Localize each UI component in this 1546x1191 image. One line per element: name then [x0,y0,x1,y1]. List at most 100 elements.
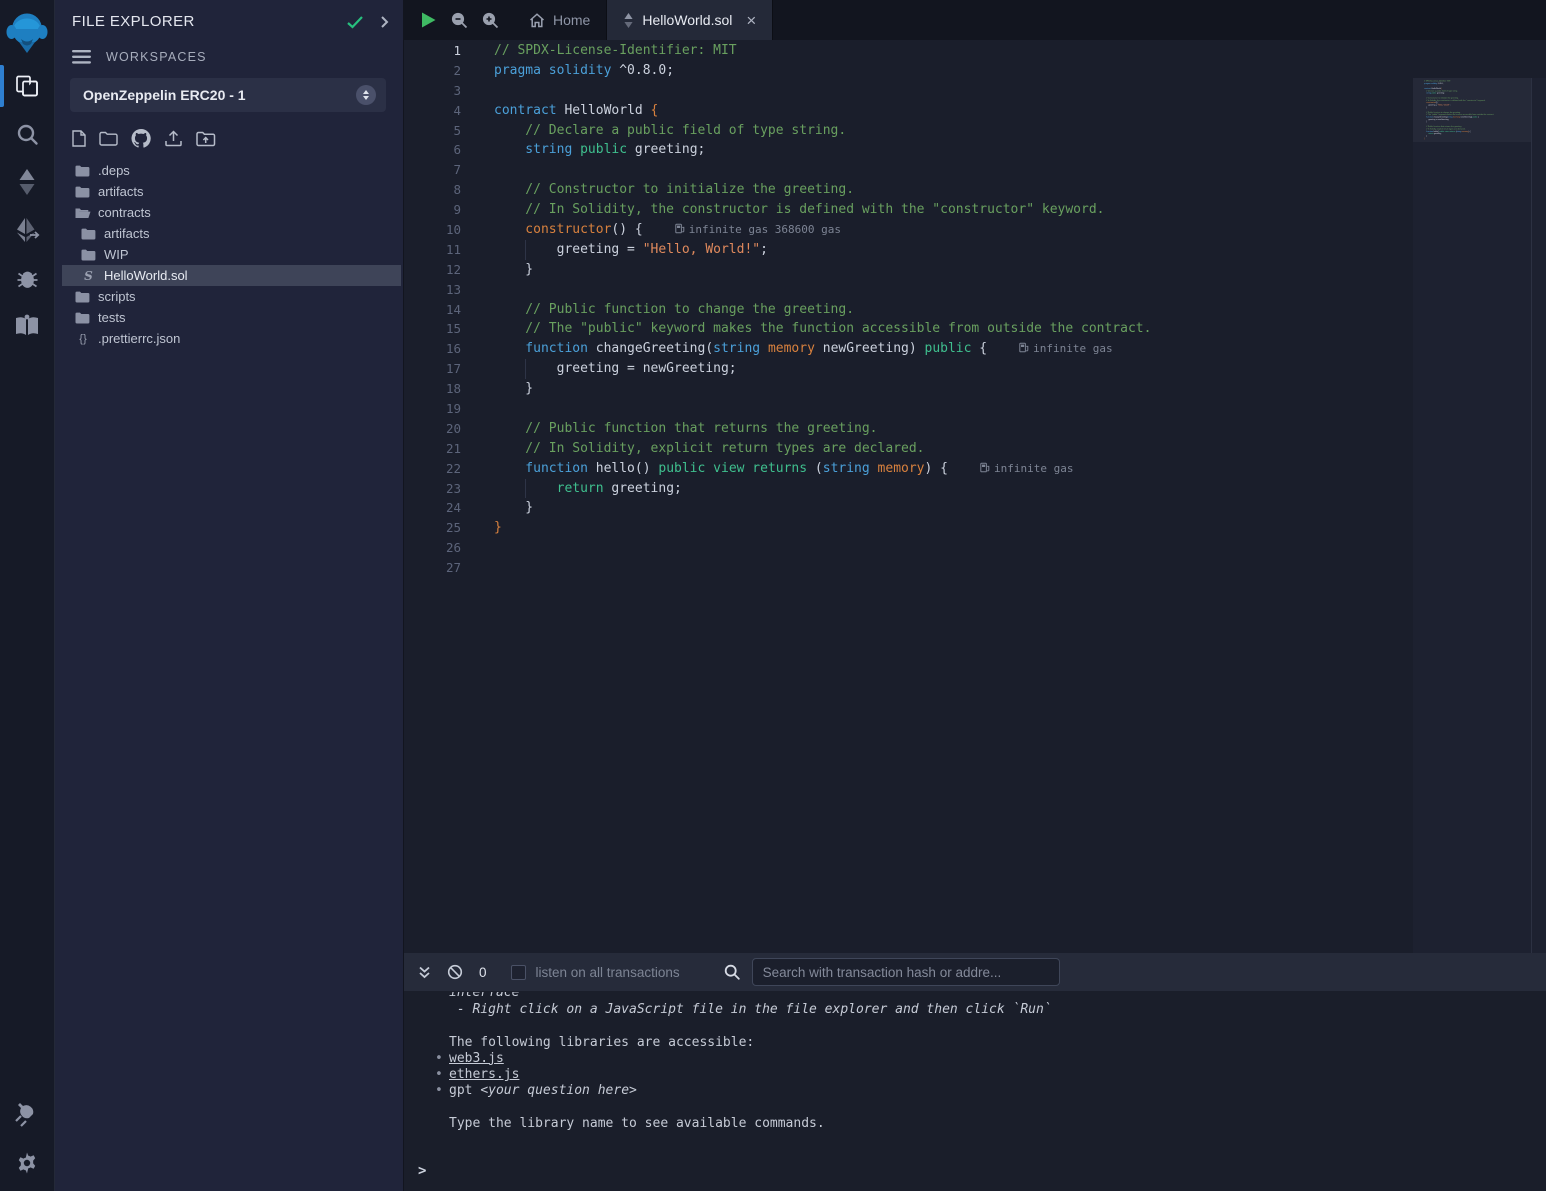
code-line-12: 12 } [404,260,1546,280]
line-number: 13 [404,280,468,300]
terminal-search-input[interactable] [752,958,1060,986]
library-link[interactable]: ethers.js [449,1067,519,1082]
sidebar-item-learneth[interactable] [0,302,55,350]
line-number: 25 [404,518,468,538]
sidebar-item-plugin-manager[interactable] [0,1091,55,1139]
folder-icon [75,165,90,177]
code-line-16: 16 function changeGreeting(string memory… [404,339,1546,359]
terminal-prompt[interactable]: > [418,1163,426,1179]
tree-item-label: .prettierrc.json [98,331,180,346]
solidity-file-icon [623,13,634,28]
new-file-icon [72,130,86,147]
tree-item-label: contracts [98,205,151,220]
upload-folder-icon [196,131,216,147]
terminal-line: The following libraries are accessible: [404,1035,1546,1051]
terminal-line [404,1100,1546,1116]
code-line-10: 10 constructor() {infinite gas 368600 ga… [404,220,1546,240]
tree-item-label: HelloWorld.sol [104,268,188,283]
code-line-24: 24 } [404,498,1546,518]
tree-item-tests[interactable]: tests [62,307,401,328]
tree-item-helloworld-sol[interactable]: SHelloWorld.sol [62,265,401,286]
close-tab-icon[interactable]: × [746,12,756,29]
upload-folder-button[interactable] [196,131,216,147]
listen-transactions-label: listen on all transactions [536,965,680,980]
play-icon [420,11,437,29]
clear-console-button[interactable] [447,964,463,980]
collapse-terminal-button[interactable] [418,966,431,979]
remix-logo-icon [5,9,49,55]
tree-item-label: .deps [98,163,130,178]
line-number: 7 [404,160,468,180]
ban-icon [447,964,463,980]
solidity-compiler-icon [16,169,38,195]
workspace-select[interactable]: OpenZeppelin ERC20 - 1 [70,78,386,112]
line-number: 26 [404,538,468,558]
folder-icon [75,186,90,198]
line-number: 27 [404,558,468,578]
gas-icon [980,462,990,473]
sidebar-item-deploy-run[interactable] [0,206,55,254]
tree-item--prettierrc-json[interactable]: { }.prettierrc.json [62,328,401,349]
sidebar-item-debugger[interactable] [0,254,55,302]
code-line-27: 27 [404,558,1546,578]
code-line-18: 18 } [404,379,1546,399]
tree-item-label: artifacts [104,226,150,241]
learneth-icon [14,314,40,338]
sidebar-item-solidity-compiler[interactable] [0,158,55,206]
tree-item-contracts[interactable]: contracts [62,202,401,223]
active-indicator [0,65,4,107]
tab-home[interactable]: Home [513,0,606,40]
minimap[interactable]: // SPDX-License-Identifier: MITpragma so… [1413,78,1546,953]
sidebar-item-settings[interactable] [0,1139,55,1187]
line-number: 8 [404,180,468,200]
line-number: 15 [404,319,468,339]
zoom-in-button[interactable] [482,12,499,29]
terminal-line [404,1018,1546,1034]
tree-item-artifacts[interactable]: artifacts [62,181,401,202]
terminal-line: web3.js [404,1051,1546,1067]
line-number: 5 [404,121,468,141]
line-number: 9 [404,200,468,220]
terminal-line: - Right click on a JavaScript file in th… [404,1002,1546,1018]
zoom-out-button[interactable] [451,12,468,29]
home-icon [529,13,545,28]
chevron-right-icon[interactable] [380,15,389,29]
plug-icon [14,1102,40,1128]
chevron-double-down-icon [418,966,431,979]
sidebar-item-search[interactable] [0,110,55,158]
tree-item-artifacts[interactable]: artifacts [62,223,401,244]
code-area[interactable]: 1// SPDX-License-Identifier: MIT2pragma … [404,40,1546,953]
new-folder-button[interactable] [99,131,118,146]
gas-estimate-annotation: infinite gas [980,462,1073,475]
upload-file-button[interactable] [164,130,183,147]
code-line-21: 21 // In Solidity, explicit return types… [404,439,1546,459]
github-clone-button[interactable] [131,129,151,148]
tab-helloworld-sol[interactable]: HelloWorld.sol × [606,0,773,40]
tree-item--deps[interactable]: .deps [62,160,401,181]
tree-item-scripts[interactable]: scripts [62,286,401,307]
code-line-2: 2pragma solidity ^0.8.0; [404,61,1546,81]
code-line-11: 11 greeting = "Hello, World!"; [404,240,1546,260]
library-link[interactable]: web3.js [449,1051,504,1066]
terminal-header: 0 listen on all transactions [404,953,1546,991]
line-number: 3 [404,81,468,101]
listen-transactions-checkbox[interactable] [511,965,526,980]
terminal-output[interactable]: interface - Right click on a JavaScript … [404,991,1546,1191]
line-number: 1 [404,41,468,61]
tree-item-wip[interactable]: WIP [62,244,401,265]
remix-logo[interactable] [0,2,55,62]
folder-open-icon [75,207,91,219]
run-script-button[interactable] [420,11,437,29]
file-explorer-panel: FILE EXPLORER WORKSPACES OpenZeppelin ER… [55,0,404,1191]
code-line-22: 22 function hello() public view returns … [404,459,1546,479]
code-line-9: 9 // In Solidity, the constructor is def… [404,200,1546,220]
line-number: 19 [404,399,468,419]
folder-icon [75,312,90,324]
new-file-button[interactable] [72,130,86,147]
check-icon[interactable] [346,15,364,29]
upload-file-icon [164,130,183,147]
tab-label: Home [553,12,590,28]
sidebar-item-file-explorer[interactable] [0,62,55,110]
hamburger-menu-icon[interactable] [72,50,91,64]
terminal-search-icon [724,964,740,980]
